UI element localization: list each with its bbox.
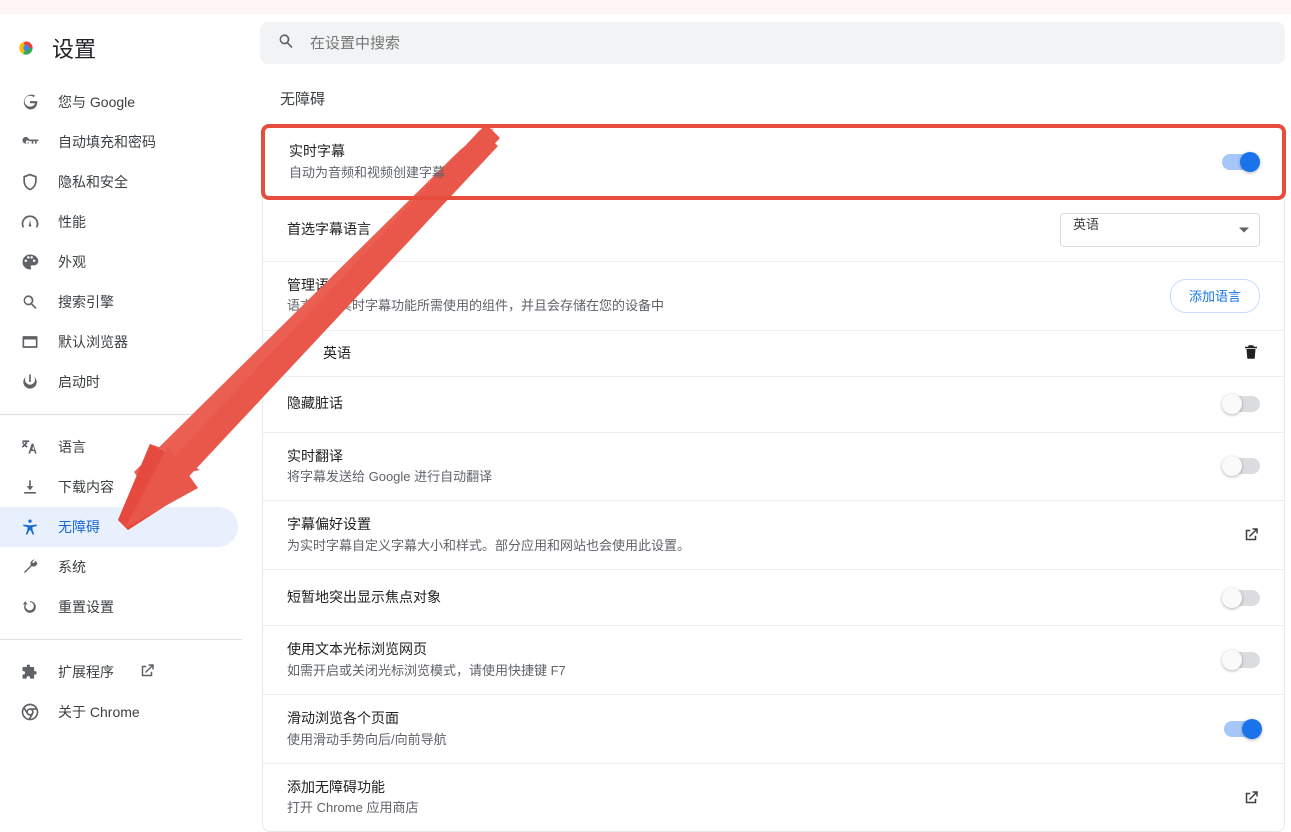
chrome-outline-icon	[20, 702, 40, 722]
sidebar-item-label: 启动时	[58, 372, 100, 392]
row-title: 隐藏脏话	[287, 394, 1204, 414]
sidebar-item-appearance[interactable]: 外观	[0, 242, 238, 282]
toggle-hide-profanity[interactable]	[1224, 396, 1260, 412]
shield-icon	[20, 172, 40, 192]
toggle-caret-browsing[interactable]	[1224, 652, 1260, 668]
row-focus-highlight[interactable]: 短暂地突出显示焦点对象	[263, 569, 1284, 625]
search-icon	[20, 292, 40, 312]
add-language-button[interactable]: 添加语言	[1170, 279, 1260, 313]
row-live-caption[interactable]: 实时字幕 自动为音频和视频创建字幕	[261, 124, 1286, 200]
row-subtitle: 打开 Chrome 应用商店	[287, 799, 1222, 817]
sidebar-item-privacy[interactable]: 隐私和安全	[0, 162, 238, 202]
sidebar-item-performance[interactable]: 性能	[0, 202, 238, 242]
wrench-icon	[20, 557, 40, 577]
row-title: 短暂地突出显示焦点对象	[287, 588, 1204, 608]
sidebar-item-label: 隐私和安全	[58, 172, 128, 192]
sidebar-item-label: 无障碍	[58, 517, 100, 537]
row-title: 字幕偏好设置	[287, 515, 1222, 535]
row-title: 管理语言	[287, 276, 1150, 296]
window-top-strip	[0, 0, 1291, 14]
language-item: 英语	[263, 330, 1284, 376]
sidebar-item-downloads[interactable]: 下载内容	[0, 467, 238, 507]
download-icon	[20, 477, 40, 497]
settings-panel: 实时字幕 自动为音频和视频创建字幕 首选字幕语言 英语 管理语言	[262, 125, 1285, 832]
chrome-logo-icon	[16, 38, 36, 58]
sidebar-item-system[interactable]: 系统	[0, 547, 238, 587]
row-add-accessibility[interactable]: 添加无障碍功能 打开 Chrome 应用商店	[263, 763, 1284, 832]
sidebar-item-label: 自动填充和密码	[58, 132, 156, 152]
sidebar-item-default-browser[interactable]: 默认浏览器	[0, 322, 238, 362]
toggle-swipe-navigation[interactable]	[1224, 721, 1260, 737]
translate-icon	[20, 437, 40, 457]
sidebar-item-autofill[interactable]: 自动填充和密码	[0, 122, 238, 162]
search-box[interactable]	[260, 22, 1285, 64]
row-preferred-language: 首选字幕语言 英语	[263, 198, 1284, 261]
divider	[0, 414, 242, 415]
sidebar-item-label: 外观	[58, 252, 86, 272]
sidebar-item-reset[interactable]: 重置设置	[0, 587, 238, 627]
sidebar-item-extensions[interactable]: 扩展程序	[0, 652, 238, 692]
key-icon	[20, 132, 40, 152]
google-g-icon	[20, 92, 40, 112]
row-subtitle: 如需开启或关闭光标浏览模式，请使用快捷键 F7	[287, 662, 1204, 680]
palette-icon	[20, 252, 40, 272]
extension-icon	[20, 662, 40, 682]
row-subtitle: 使用滑动手势向后/向前导航	[287, 731, 1204, 749]
row-caption-preferences[interactable]: 字幕偏好设置 为实时字幕自定义字幕大小和样式。部分应用和网站也会使用此设置。	[263, 500, 1284, 569]
row-subtitle: 语言包是实时字幕功能所需使用的组件，并且会存储在您的设备中	[287, 297, 1150, 315]
row-title: 实时字幕	[289, 142, 1202, 162]
sidebar-item-label: 重置设置	[58, 597, 114, 617]
sidebar-item-label: 扩展程序	[58, 662, 114, 682]
row-caret-browsing[interactable]: 使用文本光标浏览网页 如需开启或关闭光标浏览模式，请使用快捷键 F7	[263, 625, 1284, 694]
select-value: 英语	[1073, 217, 1099, 232]
row-subtitle: 将字幕发送给 Google 进行自动翻译	[287, 468, 1204, 486]
sidebar-item-label: 搜索引擎	[58, 292, 114, 312]
sidebar-item-languages[interactable]: 语言	[0, 427, 238, 467]
row-title: 滑动浏览各个页面	[287, 709, 1204, 729]
speedometer-icon	[20, 212, 40, 232]
power-icon	[20, 372, 40, 392]
sidebar-item-label: 关于 Chrome	[58, 702, 140, 722]
row-hide-profanity[interactable]: 隐藏脏话	[263, 376, 1284, 432]
sidebar: 设置 您与 Google 自动填充和密码 隐私和安全	[0, 14, 260, 774]
section-title: 无障碍	[280, 88, 1291, 109]
language-label: 英语	[323, 343, 351, 363]
sidebar-item-label: 默认浏览器	[58, 332, 128, 352]
browser-icon	[20, 332, 40, 352]
row-subtitle: 自动为音频和视频创建字幕	[289, 164, 1202, 182]
select-preferred-language[interactable]: 英语	[1060, 213, 1260, 247]
row-subtitle: 为实时字幕自定义字幕大小和样式。部分应用和网站也会使用此设置。	[287, 537, 1222, 555]
sidebar-item-label: 系统	[58, 557, 86, 577]
brand-row: 设置	[0, 24, 260, 82]
delete-language-button[interactable]	[1242, 343, 1260, 364]
sidebar-item-on-startup[interactable]: 启动时	[0, 362, 238, 402]
row-title: 添加无障碍功能	[287, 778, 1222, 798]
row-manage-languages: 管理语言 语言包是实时字幕功能所需使用的组件，并且会存储在您的设备中 添加语言	[263, 261, 1284, 330]
sidebar-item-label: 您与 Google	[58, 92, 135, 112]
open-in-new-icon[interactable]	[1242, 789, 1260, 807]
reset-icon	[20, 597, 40, 617]
search-input[interactable]	[308, 34, 1269, 53]
sidebar-item-label: 性能	[58, 212, 86, 232]
toggle-live-translate[interactable]	[1224, 458, 1260, 474]
row-title: 使用文本光标浏览网页	[287, 640, 1204, 660]
sidebar-item-you-google[interactable]: 您与 Google	[0, 82, 238, 122]
sidebar-item-label: 语言	[58, 437, 86, 457]
accessibility-icon	[20, 517, 40, 537]
open-in-new-icon[interactable]	[1242, 526, 1260, 544]
sidebar-item-search-engine[interactable]: 搜索引擎	[0, 282, 238, 322]
row-title: 实时翻译	[287, 447, 1204, 467]
page-title: 设置	[52, 32, 96, 64]
toggle-focus-highlight[interactable]	[1224, 590, 1260, 606]
sidebar-item-about[interactable]: 关于 Chrome	[0, 692, 238, 732]
sidebar-item-label: 下载内容	[58, 477, 114, 497]
toggle-live-caption[interactable]	[1222, 154, 1258, 170]
divider	[0, 639, 242, 640]
search-icon	[276, 31, 296, 56]
sidebar-item-accessibility[interactable]: 无障碍	[0, 507, 238, 547]
row-live-translate[interactable]: 实时翻译 将字幕发送给 Google 进行自动翻译	[263, 432, 1284, 501]
open-in-new-icon	[138, 662, 156, 683]
row-title: 首选字幕语言	[287, 220, 1040, 240]
row-swipe-navigation[interactable]: 滑动浏览各个页面 使用滑动手势向后/向前导航	[263, 694, 1284, 763]
